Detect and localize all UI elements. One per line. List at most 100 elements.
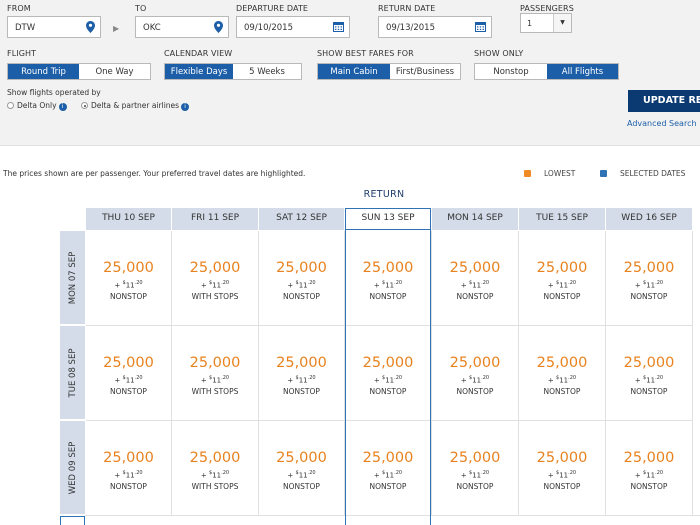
miles-price: 25,000	[189, 260, 241, 276]
to-field[interactable]: OKC	[135, 16, 229, 38]
tax-amount: + $11.20	[634, 470, 664, 480]
departure-date-field[interactable]: 09/10/2015	[236, 16, 350, 38]
tax-amount: + $11.20	[460, 470, 490, 480]
departure-date-label: TUE 08 SEP	[67, 348, 78, 397]
return-date-header: MON 14 SEP	[432, 208, 518, 230]
return-title: RETURN	[363, 189, 405, 200]
fare-cell[interactable]: 25,000 + $11.20 NONSTOP	[519, 231, 606, 326]
fare-cell[interactable]: 25,000 + $11.20 NONSTOP	[432, 326, 519, 421]
tax-amount: + $11.20	[547, 280, 577, 290]
return-date-header-selected: SUN 13 SEP	[345, 208, 431, 230]
first-business-option[interactable]: First/Business	[390, 64, 460, 79]
location-pin-icon	[214, 21, 223, 36]
delta-only-radio[interactable]: Delta Only i	[7, 101, 67, 111]
advanced-search-link[interactable]: Advanced Search	[627, 119, 697, 128]
fare-cell[interactable]: 25,000 + $11.20 WITH STOPS	[172, 231, 259, 326]
nonstop-option[interactable]: Nonstop	[475, 64, 547, 79]
delta-partner-radio[interactable]: Delta & partner airlines i	[81, 101, 190, 111]
fare-cell[interactable]: 25,000 + $11.20 NONSTOP	[432, 231, 519, 326]
search-panel: FROM DTW ▶ TO OKC DEPARTURE DATE 09/10/2…	[0, 0, 700, 146]
passengers-select[interactable]: 1 ▼	[520, 13, 572, 33]
miles-price: 25,000	[103, 355, 154, 371]
fare-cell[interactable]: 25,000 + $11.20 NONSTOP	[345, 421, 432, 516]
miles-price: 25,000	[103, 260, 154, 276]
fare-cell[interactable]: 25,000 + $11.20 WITH STOPS	[172, 326, 259, 421]
fare-cell[interactable]: 25,000 + $11.20 NONSTOP	[86, 421, 172, 516]
lowest-legend-swatch	[524, 170, 531, 177]
tax-amount: + $11.20	[287, 280, 316, 290]
fare-cell[interactable]: 25,000 + $11.20 WITH STOPS	[172, 421, 259, 516]
calendar-icon[interactable]	[333, 22, 344, 35]
stops-label: NONSTOP	[110, 482, 147, 491]
from-field[interactable]: DTW	[7, 16, 101, 38]
departure-date-row-header: WED 09 SEP	[60, 421, 85, 514]
main-cabin-option[interactable]: Main Cabin	[318, 64, 390, 79]
tax-amount: + $11.20	[287, 375, 316, 385]
fare-cell[interactable]: 25,000 + $11.20 NONSTOP	[86, 326, 172, 421]
round-trip-option[interactable]: Round Trip	[8, 64, 79, 79]
tax-amount: + $11.20	[200, 375, 230, 385]
fare-cell[interactable]: 25,000 + $11.20 NONSTOP	[259, 231, 345, 326]
chevron-down-icon: ▼	[553, 14, 571, 32]
miles-price: 25,000	[362, 260, 414, 276]
update-results-button[interactable]: UPDATE RES	[628, 90, 700, 112]
fare-cell[interactable]: 25,000 + $11.20 NONSTOP	[519, 421, 606, 516]
fares-label: SHOW BEST FARES FOR	[317, 49, 414, 58]
miles-price: 25,000	[189, 450, 241, 466]
fare-cell[interactable]: 25,000 + $11.20 NONSTOP	[606, 326, 693, 421]
stops-label: NONSTOP	[456, 482, 494, 491]
from-label: FROM	[7, 4, 31, 13]
stops-label: NONSTOP	[110, 292, 147, 301]
return-date-header: FRI 11 SEP	[172, 208, 258, 230]
info-icon[interactable]: i	[181, 103, 190, 111]
tax-amount: + $11.20	[114, 470, 143, 480]
return-date-value: 09/13/2015	[386, 23, 435, 33]
stops-label: NONSTOP	[630, 387, 668, 396]
price-note: The prices shown are per passenger. Your…	[3, 169, 306, 178]
departure-date-label: MON 07 SEP	[67, 251, 78, 304]
return-date-header: SAT 12 SEP	[259, 208, 344, 230]
five-weeks-option[interactable]: 5 Weeks	[233, 64, 301, 79]
fare-cell[interactable]: 25,000 + $11.20 NONSTOP	[86, 231, 172, 326]
fare-cell[interactable]: 25,000 + $11.20 NONSTOP	[259, 421, 345, 516]
fare-cell[interactable]: 25,000 + $11.20 NONSTOP	[432, 421, 519, 516]
fare-cell[interactable]: 25,000 + $11.20 NONSTOP	[259, 326, 345, 421]
miles-price: 25,000	[276, 450, 327, 466]
stops-label: WITH STOPS	[191, 482, 239, 491]
stops-label: NONSTOP	[369, 292, 407, 301]
info-icon[interactable]: i	[58, 103, 67, 111]
show-only-label: SHOW ONLY	[474, 49, 524, 58]
tax-amount: + $11.20	[634, 280, 664, 290]
departure-date-label: WED 09 SEP	[67, 441, 78, 494]
miles-price: 25,000	[103, 450, 154, 466]
tax-amount: + $11.20	[547, 470, 577, 480]
stops-label: NONSTOP	[456, 292, 494, 301]
route-arrow-icon: ▶	[113, 24, 120, 33]
stops-label: NONSTOP	[110, 387, 147, 396]
miles-price: 25,000	[536, 355, 588, 371]
return-date-field[interactable]: 09/13/2015	[378, 16, 492, 38]
stops-label: NONSTOP	[283, 387, 320, 396]
flexible-days-option[interactable]: Flexible Days	[165, 64, 233, 79]
fare-cell[interactable]: 25,000 + $11.20 NONSTOP	[345, 231, 432, 326]
fare-cell[interactable]: 25,000 + $11.20 NONSTOP	[606, 231, 693, 326]
passengers-value: 1	[527, 19, 533, 28]
tax-amount: + $11.20	[634, 375, 664, 385]
miles-price: 25,000	[623, 260, 675, 276]
tax-amount: + $11.20	[460, 375, 490, 385]
selected-legend-label: SELECTED DATES	[620, 169, 686, 178]
tax-amount: + $11.20	[547, 375, 577, 385]
all-flights-option[interactable]: All Flights	[547, 64, 618, 79]
miles-price: 25,000	[449, 450, 501, 466]
fare-cell[interactable]: 25,000 + $11.20 NONSTOP	[606, 421, 693, 516]
one-way-option[interactable]: One Way	[79, 64, 150, 79]
stops-label: NONSTOP	[283, 482, 320, 491]
calendar-icon[interactable]	[475, 22, 486, 35]
fare-cell[interactable]: 25,000 + $11.20 NONSTOP	[345, 326, 432, 421]
from-value: DTW	[15, 23, 36, 33]
stops-label: NONSTOP	[283, 292, 320, 301]
fare-cell[interactable]: 25,000 + $11.20 NONSTOP	[519, 326, 606, 421]
miles-price: 25,000	[449, 260, 501, 276]
tax-amount: + $11.20	[200, 470, 230, 480]
delta-only-label: Delta Only	[17, 101, 57, 110]
